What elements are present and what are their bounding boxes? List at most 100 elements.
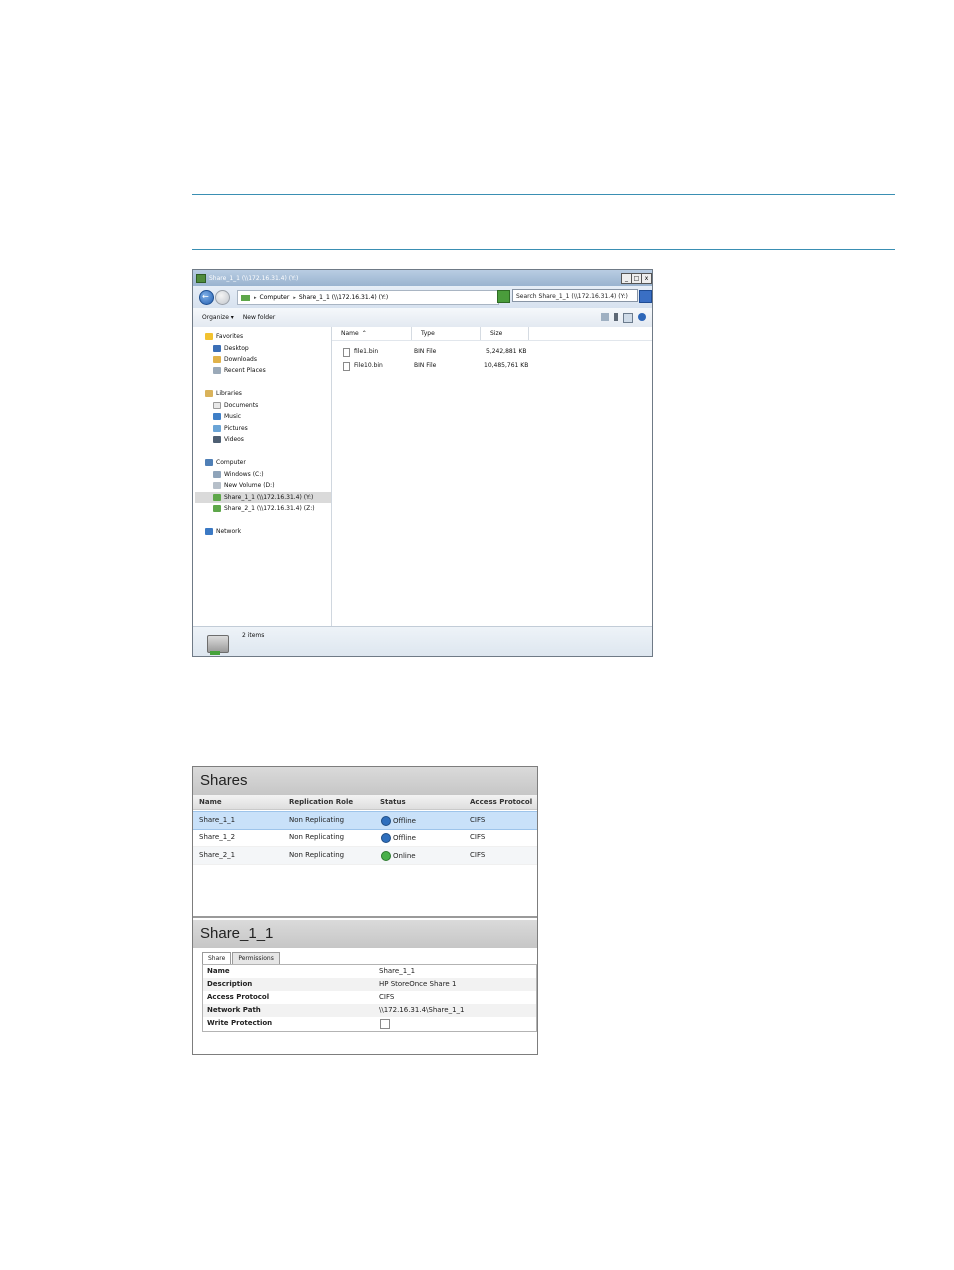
file-size: 10,485,761 KB	[484, 362, 529, 369]
nav-label: Videos	[224, 436, 244, 443]
nav-downloads[interactable]: Downloads	[213, 354, 257, 365]
view-icon[interactable]	[601, 313, 609, 321]
new-folder-button[interactable]: New folder	[243, 314, 275, 321]
share-name: Share_1_2	[199, 833, 236, 841]
nav-label: Recent Places	[224, 367, 266, 374]
property-label: Write Protection	[207, 1019, 273, 1027]
column-header-type[interactable]: Type	[412, 327, 481, 340]
nav-label: Pictures	[224, 425, 248, 432]
header-divider	[332, 340, 652, 341]
nav-pictures[interactable]: Pictures	[213, 423, 248, 434]
chevron-down-icon[interactable]	[614, 313, 618, 321]
breadcrumb-computer[interactable]: Computer	[260, 294, 290, 301]
share-replication: Non Replicating	[289, 816, 345, 824]
nav-music[interactable]: Music	[213, 411, 241, 422]
organize-button[interactable]: Organize ▾	[202, 314, 234, 321]
share-name: Share_2_1	[199, 851, 236, 859]
nav-label: Computer	[216, 459, 246, 466]
refresh-button[interactable]	[497, 290, 510, 303]
file-row[interactable]: file1.bin BIN File 5,242,881 KB	[332, 346, 652, 358]
property-label: Description	[207, 980, 253, 988]
command-bar: Organize ▾ New folder	[193, 308, 652, 328]
libraries-icon	[205, 390, 213, 397]
network-drive-icon	[196, 273, 206, 283]
tab-share[interactable]: Share	[202, 952, 232, 964]
file-type: BIN File	[414, 348, 437, 355]
nav-network[interactable]: Network	[205, 526, 241, 537]
share-status: Offline	[393, 834, 416, 842]
close-button[interactable]: x	[641, 273, 652, 284]
file-row[interactable]: File10.bin BIN File 10,485,761 KB	[332, 360, 652, 372]
nav-label: Documents	[224, 402, 259, 409]
nav-recent-places[interactable]: Recent Places	[213, 365, 266, 376]
column-header-protocol[interactable]: Access Protocol	[470, 798, 532, 806]
file-list: Name ⌃ Type Size file1.bin BIN File 5,242…	[332, 327, 652, 626]
share-protocol: CIFS	[470, 851, 486, 859]
nav-share-2-1[interactable]: Share_2_1 (\\172.16.31.4) (Z:)	[213, 503, 315, 514]
property-value: Share_1_1	[379, 967, 416, 975]
shares-table-header: Name Replication Role Status Access Prot…	[193, 795, 537, 810]
chevron-right-icon: ▸	[293, 294, 296, 301]
pictures-icon	[213, 425, 221, 432]
explorer-window: Share_1_1 (\\172.16.31.4) (Y:) _ □ x ▸ C…	[192, 269, 653, 657]
nav-label: Network	[216, 528, 242, 535]
panel-divider	[193, 916, 537, 918]
share-name: Share_1_1	[199, 816, 236, 824]
nav-videos[interactable]: Videos	[213, 434, 244, 445]
detail-tabs: Share Permissions	[202, 952, 281, 964]
property-label: Access Protocol	[207, 993, 270, 1001]
table-row[interactable]: Share_1_2 Non Replicating Offline CIFS	[193, 829, 537, 847]
sort-icon: ⌃	[361, 330, 367, 337]
share-protocol: CIFS	[470, 816, 486, 824]
property-row: Access Protocol CIFS	[203, 991, 536, 1004]
nav-libraries[interactable]: Libraries	[205, 388, 242, 399]
shares-panel: Shares Name Replication Role Status Acce…	[192, 766, 538, 1055]
title-bar: Share_1_1 (\\172.16.31.4) (Y:) _ □ x	[193, 270, 652, 286]
column-header-status[interactable]: Status	[380, 798, 406, 806]
share-properties: Name Share_1_1 Description HP StoreOnce …	[202, 964, 537, 1032]
search-icon[interactable]	[639, 290, 652, 303]
table-row[interactable]: Share_2_1 Non Replicating Online CIFS	[193, 847, 537, 865]
breadcrumb-share[interactable]: Share_1_1 (\\172.16.31.4) (Y:)	[299, 294, 388, 301]
file-type: BIN File	[414, 362, 437, 369]
help-icon[interactable]	[638, 313, 646, 321]
drive-icon	[213, 482, 221, 489]
tab-permissions[interactable]: Permissions	[232, 952, 280, 964]
nav-favorites[interactable]: Favorites	[205, 331, 243, 342]
nav-windows-c[interactable]: Windows (C:)	[213, 469, 264, 480]
computer-icon	[205, 459, 213, 466]
shares-title: Shares	[193, 767, 537, 795]
write-protection-checkbox[interactable]	[380, 1019, 390, 1029]
chevron-right-icon: ▸	[254, 294, 257, 301]
nav-documents[interactable]: Documents	[213, 400, 258, 411]
back-button[interactable]	[199, 290, 214, 305]
nav-new-volume-d[interactable]: New Volume (D:)	[213, 480, 275, 491]
table-row[interactable]: Share_1_1 Non Replicating Offline CIFS	[193, 811, 537, 830]
search-input[interactable]: Search Share_1_1 (\\172.16.31.4) (Y:)	[512, 289, 638, 302]
desktop-icon	[213, 345, 221, 352]
column-header-size[interactable]: Size	[481, 327, 529, 340]
nav-label: Downloads	[224, 356, 257, 363]
column-header-replication[interactable]: Replication Role	[289, 798, 353, 806]
preview-pane-icon[interactable]	[623, 313, 633, 323]
column-label: Name	[341, 330, 359, 337]
check-icon	[381, 851, 391, 861]
property-value: CIFS	[379, 993, 395, 1001]
forward-button[interactable]	[215, 290, 230, 305]
nav-label: Windows (C:)	[224, 471, 264, 478]
window-title: Share_1_1 (\\172.16.31.4) (Y:)	[209, 274, 299, 282]
nav-label: Share_1_1 (\\172.16.31.4) (Y:)	[224, 494, 314, 501]
network-drive-icon	[213, 505, 221, 512]
nav-desktop[interactable]: Desktop	[213, 343, 249, 354]
nav-label: Music	[224, 413, 242, 420]
property-row: Write Protection	[203, 1017, 536, 1030]
nav-share-1-1[interactable]: Share_1_1 (\\172.16.31.4) (Y:)	[195, 492, 331, 503]
address-input[interactable]: ▸ Computer ▸ Share_1_1 (\\172.16.31.4) (…	[237, 290, 499, 305]
file-name: file1.bin	[354, 348, 379, 355]
column-header-name[interactable]: Name ⌃	[332, 327, 412, 340]
column-header-name[interactable]: Name	[199, 798, 222, 806]
property-row: Name Share_1_1	[203, 965, 536, 978]
nav-label: New Volume (D:)	[224, 482, 275, 489]
nav-computer[interactable]: Computer	[205, 457, 246, 468]
file-size: 5,242,881 KB	[486, 348, 527, 355]
